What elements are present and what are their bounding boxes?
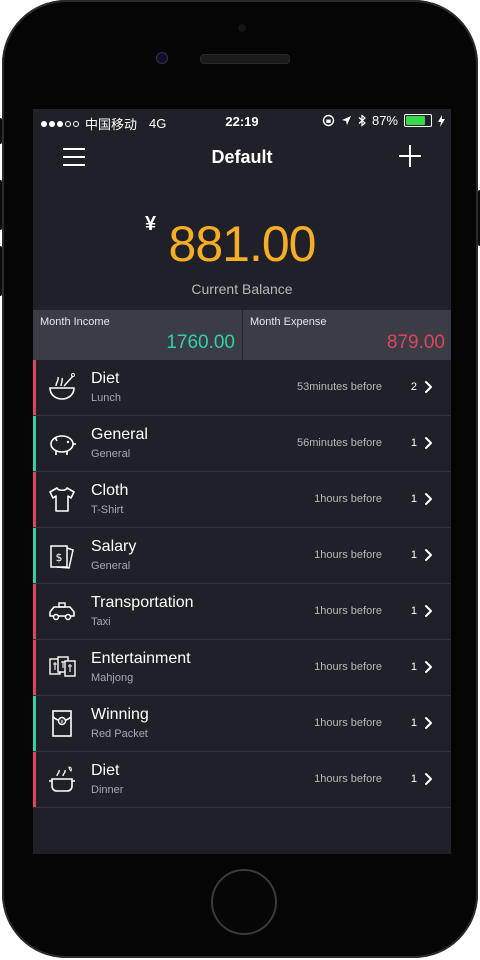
record-type-indicator: [33, 528, 36, 583]
month-income-value: 1760.00: [166, 332, 235, 353]
record-count: 1: [410, 773, 417, 785]
record-type-indicator: [33, 360, 36, 415]
current-balance-label: Current Balance: [191, 281, 293, 297]
record-type-indicator: [33, 696, 36, 751]
volume-down-button: [0, 246, 2, 296]
record-type-indicator: [33, 472, 36, 527]
record-subcategory: Red Packet: [91, 728, 148, 740]
month-expense-label: Month Expense: [250, 316, 327, 328]
record-row[interactable]: General General 56minutes before 1: [33, 416, 451, 472]
record-subcategory: Lunch: [91, 392, 121, 404]
record-subcategory: T-Shirt: [91, 504, 124, 516]
record-list: Diet Lunch 53minutes before 2 General General…: [33, 360, 451, 808]
mute-switch: [0, 118, 2, 144]
month-expense-value: 879.00: [386, 332, 445, 353]
record-count: 1: [410, 493, 417, 505]
record-time: 1hours before: [314, 773, 382, 785]
record-time: 56minutes before: [297, 437, 382, 449]
record-type-indicator: [33, 752, 36, 807]
chevron-right-icon: [425, 549, 432, 561]
orientation-lock-icon: [322, 114, 335, 127]
record-category: Winning: [91, 706, 149, 723]
svg-text:$: $: [56, 551, 63, 564]
record-count: 1: [410, 661, 417, 673]
record-row[interactable]: Diet Lunch 53minutes before 2: [33, 360, 451, 416]
piggy-bank-icon: [50, 435, 76, 455]
svg-text:¥: ¥: [60, 720, 64, 726]
record-row[interactable]: ¥ Winning Red Packet 1hours before 1: [33, 696, 451, 752]
chevron-right-icon: [425, 437, 432, 449]
app-screen: 中国移动 4G 22:19 87% Default ¥ 881.00 Curre…: [33, 109, 451, 854]
record-time: 1hours before: [314, 605, 382, 617]
record-time: 1hours before: [314, 493, 382, 505]
record-count: 1: [410, 605, 417, 617]
battery-icon: [404, 114, 432, 127]
home-button[interactable]: [211, 869, 277, 935]
record-category: Diet: [91, 370, 120, 387]
charging-bolt-icon: [438, 114, 445, 127]
record-category: Diet: [91, 762, 120, 779]
mahjong-icon: [49, 656, 76, 677]
record-category: Entertainment: [91, 650, 191, 667]
record-subcategory: Dinner: [91, 784, 124, 796]
record-subcategory: Mahjong: [91, 672, 134, 684]
proximity-sensor: [238, 24, 246, 32]
chevron-right-icon: [425, 493, 432, 505]
record-count: 1: [410, 549, 417, 561]
record-time: 53minutes before: [297, 381, 382, 393]
record-row[interactable]: Entertainment Mahjong 1hours before 1: [33, 640, 451, 696]
record-type-indicator: [33, 584, 36, 639]
record-category: Cloth: [91, 482, 129, 499]
balance-section: ¥ 881.00 Current Balance: [33, 209, 451, 299]
record-time: 1hours before: [314, 549, 382, 561]
tshirt-icon: [49, 487, 75, 512]
record-category: Transportation: [91, 594, 194, 611]
record-subcategory: General: [91, 560, 131, 572]
record-subcategory: General: [91, 448, 131, 460]
red-packet-icon: ¥: [52, 710, 72, 737]
current-balance: 881.00: [168, 216, 317, 272]
month-summary: Month Income 1760.00 Month Expense 879.0…: [33, 310, 451, 360]
location-arrow-icon: [341, 116, 351, 125]
record-count: 1: [410, 717, 417, 729]
record-subcategory: Taxi: [91, 616, 111, 628]
add-record-button[interactable]: [399, 145, 421, 167]
status-bar: 中国移动 4G 22:19 87%: [33, 109, 451, 133]
record-category: General: [91, 426, 148, 443]
volume-up-button: [0, 180, 2, 230]
record-time: 1hours before: [314, 717, 382, 729]
record-type-indicator: [33, 416, 36, 471]
chevron-right-icon: [425, 773, 432, 785]
chevron-right-icon: [425, 605, 432, 617]
record-count: 2: [410, 381, 417, 393]
front-camera-icon: [156, 52, 168, 64]
bowl-icon: [49, 373, 75, 400]
record-row[interactable]: Transportation Taxi 1hours before 1: [33, 584, 451, 640]
earpiece-speaker: [200, 54, 290, 64]
record-category: Salary: [91, 538, 137, 555]
taxi-icon: [49, 602, 75, 621]
record-row[interactable]: Diet Dinner 1hours before 1: [33, 752, 451, 808]
money-icon: $: [50, 545, 74, 569]
chevron-right-icon: [425, 381, 432, 393]
month-expense-cell: Month Expense 879.00: [243, 310, 451, 360]
record-type-indicator: [33, 640, 36, 695]
month-income-label: Month Income: [40, 316, 110, 328]
page-title: Default: [211, 147, 273, 167]
pot-icon: [49, 766, 75, 792]
bluetooth-icon: [358, 114, 366, 127]
record-time: 1hours before: [314, 661, 382, 673]
record-count: 1: [410, 437, 417, 449]
battery-percent: 87%: [371, 113, 398, 128]
record-row[interactable]: $ Salary General 1hours before 1: [33, 528, 451, 584]
month-income-cell: Month Income 1760.00: [33, 310, 241, 360]
chevron-right-icon: [425, 717, 432, 729]
nav-bar: Default: [33, 133, 451, 181]
record-row[interactable]: Cloth T-Shirt 1hours before 1: [33, 472, 451, 528]
chevron-right-icon: [425, 661, 432, 673]
